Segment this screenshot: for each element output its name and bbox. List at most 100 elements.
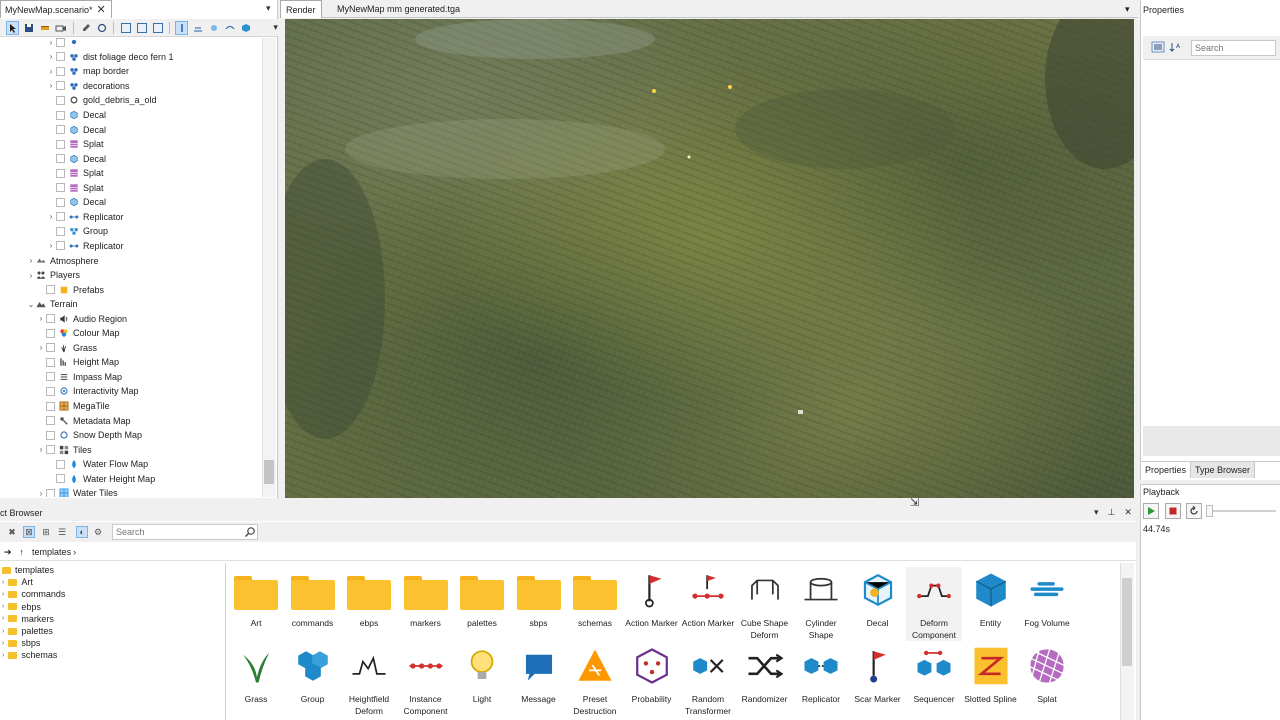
visibility-checkbox[interactable] [46, 430, 55, 440]
expand-arrow-icon[interactable]: › [2, 591, 4, 598]
tree-row[interactable]: › Tiles [36, 442, 92, 457]
tree-row[interactable]: Water Flow Map [46, 457, 148, 472]
asset-tile[interactable]: Splat [1019, 643, 1075, 717]
sort-alpha-icon[interactable]: A [1169, 41, 1183, 53]
expand-arrow-icon[interactable]: › [26, 256, 36, 265]
asset-tile[interactable]: Group [285, 643, 341, 717]
render-viewport[interactable] [285, 19, 1134, 498]
tree-row[interactable]: Decal [46, 151, 106, 166]
close-icon[interactable]: ✕ [1124, 507, 1132, 518]
visibility-checkbox[interactable] [56, 241, 65, 251]
list-view-icon[interactable]: ☰ [56, 526, 68, 538]
asset-tile[interactable]: Replicator [793, 643, 849, 717]
viewport-menu-icon[interactable]: ▾ [1120, 0, 1135, 18]
asset-tile[interactable]: Deform Component [906, 567, 962, 641]
expand-arrow-icon[interactable]: › [46, 52, 56, 61]
tree-row[interactable]: › dist foliage deco fern 1 [46, 50, 174, 65]
translate-icon[interactable] [175, 20, 189, 35]
asset-tile[interactable]: ebps [341, 567, 397, 641]
tab-render[interactable]: Render [280, 0, 322, 18]
asset-tile[interactable]: Action Marker [680, 567, 736, 641]
tree-row[interactable]: Splat [46, 137, 104, 152]
refresh-icon[interactable] [95, 21, 108, 35]
content-browser-search-input[interactable] [112, 524, 258, 540]
asset-tile[interactable]: Cube Shape Deform [737, 567, 793, 641]
asset-tile[interactable]: Light [454, 643, 510, 717]
folder-tree-item[interactable]: templates [2, 564, 54, 576]
asset-tile[interactable]: commands [285, 567, 341, 641]
tree-row[interactable]: Decal [46, 122, 106, 137]
expand-arrow-icon[interactable]: › [46, 212, 56, 221]
expand-arrow-icon[interactable]: › [36, 343, 46, 352]
asset-tile[interactable]: Preset Destruction [567, 643, 623, 717]
asset-tile[interactable]: Fog Volume [1019, 567, 1075, 641]
visibility-checkbox[interactable] [46, 314, 55, 324]
select-tool-icon[interactable] [6, 20, 20, 35]
visibility-checkbox[interactable] [56, 183, 65, 193]
asset-tile[interactable]: Heightfield Deform [341, 643, 397, 717]
settings-icon[interactable]: ⚙ [92, 526, 104, 538]
tree-row[interactable]: MegaTile [36, 399, 110, 414]
tree-row[interactable]: Decal [46, 195, 106, 210]
back-arrow-icon[interactable]: ➔ [4, 547, 12, 558]
visibility-checkbox[interactable] [46, 386, 55, 396]
play-button[interactable] [1143, 503, 1159, 519]
visibility-checkbox[interactable] [56, 139, 65, 149]
visibility-checkbox[interactable] [46, 372, 55, 382]
tab-generated-map[interactable]: MyNewMap mm generated.tga [332, 0, 465, 18]
asset-tile[interactable]: Cylinder Shape [793, 567, 849, 641]
playback-slider-thumb[interactable] [1206, 505, 1213, 517]
visibility-checkbox[interactable] [56, 212, 65, 222]
visibility-checkbox[interactable] [56, 95, 65, 105]
tree-row[interactable]: › map border [46, 64, 129, 79]
expand-arrow-icon[interactable]: › [36, 445, 46, 454]
visibility-checkbox[interactable] [56, 81, 65, 91]
pin-icon[interactable]: ⊥ [1108, 507, 1116, 518]
expand-arrow-icon[interactable]: › [2, 579, 4, 586]
visibility-checkbox[interactable] [56, 52, 65, 62]
close-icon[interactable]: ✕ [97, 3, 106, 16]
visibility-checkbox[interactable] [46, 445, 55, 455]
visibility-checkbox[interactable] [56, 154, 65, 164]
tree-row[interactable]: Impass Map [36, 370, 122, 385]
asset-tile[interactable]: Message [511, 643, 567, 717]
filter-icon[interactable]: ⊠ [23, 526, 35, 538]
scale-icon[interactable] [207, 21, 220, 35]
asset-grid-scrollbar-thumb[interactable] [1122, 578, 1132, 666]
asset-tile[interactable]: Instance Component [398, 643, 454, 717]
expand-arrow-icon[interactable]: › [2, 652, 4, 659]
tree-row[interactable]: Snow Depth Map [36, 428, 142, 443]
asset-tile[interactable]: Entity [963, 567, 1019, 641]
asset-tile[interactable]: Scar Marker [850, 643, 906, 717]
properties-search-input[interactable] [1191, 40, 1276, 56]
toolbar-menu-icon[interactable]: ▾ [273, 22, 278, 33]
expand-arrow-icon[interactable]: › [2, 603, 4, 610]
up-arrow-icon[interactable]: ↑ [20, 547, 25, 557]
tab-type-browser[interactable]: Type Browser [1191, 462, 1256, 478]
expand-arrow-icon[interactable]: › [2, 640, 4, 647]
visibility-checkbox[interactable] [46, 401, 55, 411]
visibility-checkbox[interactable] [56, 66, 65, 76]
tree-row[interactable]: Water Height Map [46, 472, 155, 487]
snap-icon[interactable] [223, 21, 236, 35]
layer-icon[interactable] [38, 21, 51, 35]
asset-tile[interactable]: sbps [511, 567, 567, 641]
folder-tree-item[interactable]: › palettes [2, 625, 53, 637]
scene-scrollbar[interactable] [262, 38, 276, 497]
export-icon[interactable] [119, 21, 132, 35]
chevron-down-icon[interactable]: ▾ [1094, 507, 1099, 518]
expand-arrow-icon[interactable]: › [36, 489, 46, 497]
tree-row[interactable]: Colour Map [36, 326, 120, 341]
link-icon[interactable] [151, 21, 164, 35]
asset-tile[interactable]: Action Marker [624, 567, 680, 641]
visibility-checkbox[interactable] [56, 226, 65, 236]
categorized-icon[interactable] [1151, 41, 1165, 53]
visibility-checkbox[interactable] [56, 168, 65, 178]
asset-tile[interactable]: Slotted Spline [963, 643, 1019, 717]
expand-arrow-icon[interactable]: › [46, 67, 56, 76]
tab-properties[interactable]: Properties [1141, 462, 1192, 478]
asset-tile[interactable]: Sequencer [906, 643, 962, 717]
expand-arrow-icon[interactable]: › [2, 615, 4, 622]
visibility-checkbox[interactable] [56, 459, 65, 469]
tree-row[interactable]: Metadata Map [36, 413, 131, 428]
